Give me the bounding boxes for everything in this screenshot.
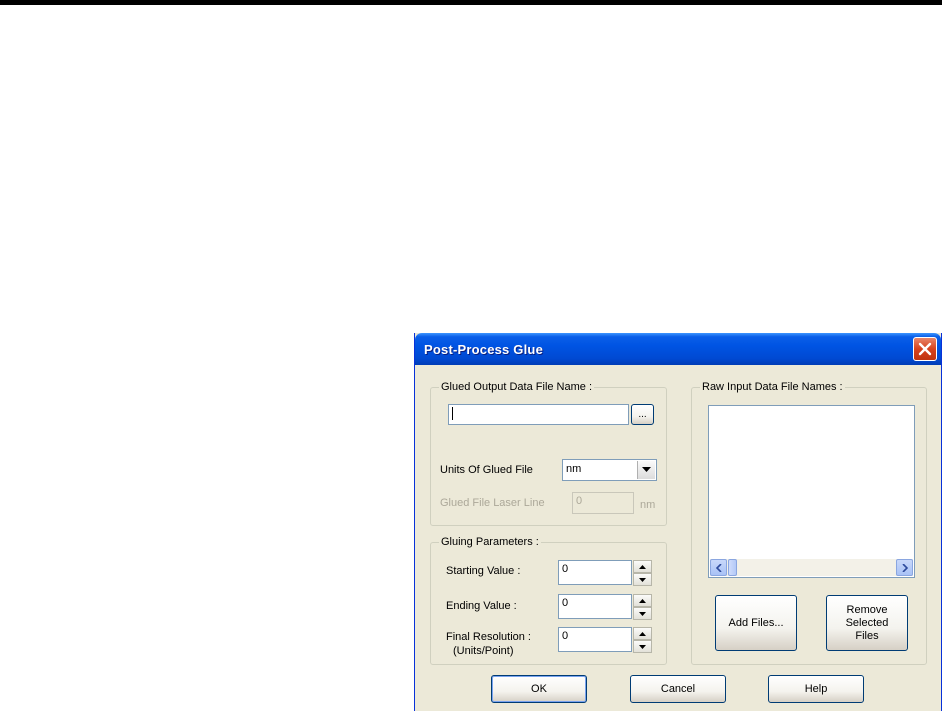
close-button[interactable] xyxy=(913,337,937,361)
glued-output-group: Glued Output Data File Name : ... Units … xyxy=(430,381,667,526)
starting-value-spinner[interactable] xyxy=(633,560,652,586)
glued-output-group-title: Glued Output Data File Name : xyxy=(439,381,595,393)
scroll-thumb[interactable] xyxy=(728,559,737,576)
ok-button[interactable]: OK xyxy=(491,675,587,703)
glued-output-file-name-input[interactable] xyxy=(448,404,629,425)
scroll-left-icon[interactable] xyxy=(710,559,727,576)
starting-value-input[interactable]: 0 xyxy=(558,560,632,585)
horizontal-scrollbar[interactable] xyxy=(710,559,913,576)
spin-down-icon[interactable] xyxy=(633,640,652,653)
raw-input-group-title: Raw Input Data File Names : xyxy=(700,381,845,393)
ending-value-input[interactable]: 0 xyxy=(558,594,632,619)
laser-line-unit: nm xyxy=(640,499,656,511)
screen-top-bar xyxy=(0,0,942,5)
spin-up-icon[interactable] xyxy=(633,627,652,640)
final-resolution-input[interactable]: 0 xyxy=(558,627,632,652)
laser-line-input: 0 xyxy=(572,492,634,514)
final-resolution-spinner[interactable] xyxy=(633,627,652,653)
laser-line-label: Glued File Laser Line xyxy=(440,497,545,509)
scroll-right-icon[interactable] xyxy=(896,559,913,576)
title-bar[interactable]: Post-Process Glue xyxy=(415,333,941,365)
gluing-parameters-group: Gluing Parameters : Starting Value : 0 E… xyxy=(430,536,667,665)
gluing-parameters-group-title: Gluing Parameters : xyxy=(439,536,541,548)
starting-value-label: Starting Value : xyxy=(446,565,521,577)
units-label: Units Of Glued File xyxy=(440,464,533,476)
spin-up-icon[interactable] xyxy=(633,594,652,607)
spin-up-icon[interactable] xyxy=(633,560,652,573)
spin-down-icon[interactable] xyxy=(633,573,652,586)
cancel-button[interactable]: Cancel xyxy=(630,675,726,703)
help-button[interactable]: Help xyxy=(768,675,864,703)
browse-button[interactable]: ... xyxy=(631,404,654,425)
close-icon xyxy=(918,342,932,356)
spin-down-icon[interactable] xyxy=(633,607,652,620)
ending-value-spinner[interactable] xyxy=(633,594,652,620)
add-files-button[interactable]: Add Files... xyxy=(715,595,797,651)
final-resolution-sublabel: (Units/Point) xyxy=(453,645,514,657)
raw-input-file-list[interactable] xyxy=(708,405,915,578)
post-process-glue-dialog: Post-Process Glue Glued Output Data File… xyxy=(414,333,942,711)
dialog-title: Post-Process Glue xyxy=(424,342,543,357)
units-select[interactable]: nm xyxy=(562,459,657,481)
final-resolution-label: Final Resolution : xyxy=(446,631,531,643)
ending-value-label: Ending Value : xyxy=(446,600,517,612)
raw-input-group: Raw Input Data File Names : Add Files...… xyxy=(691,381,927,665)
remove-selected-files-button[interactable]: Remove Selected Files xyxy=(826,595,908,651)
chevron-down-icon[interactable] xyxy=(637,461,655,479)
